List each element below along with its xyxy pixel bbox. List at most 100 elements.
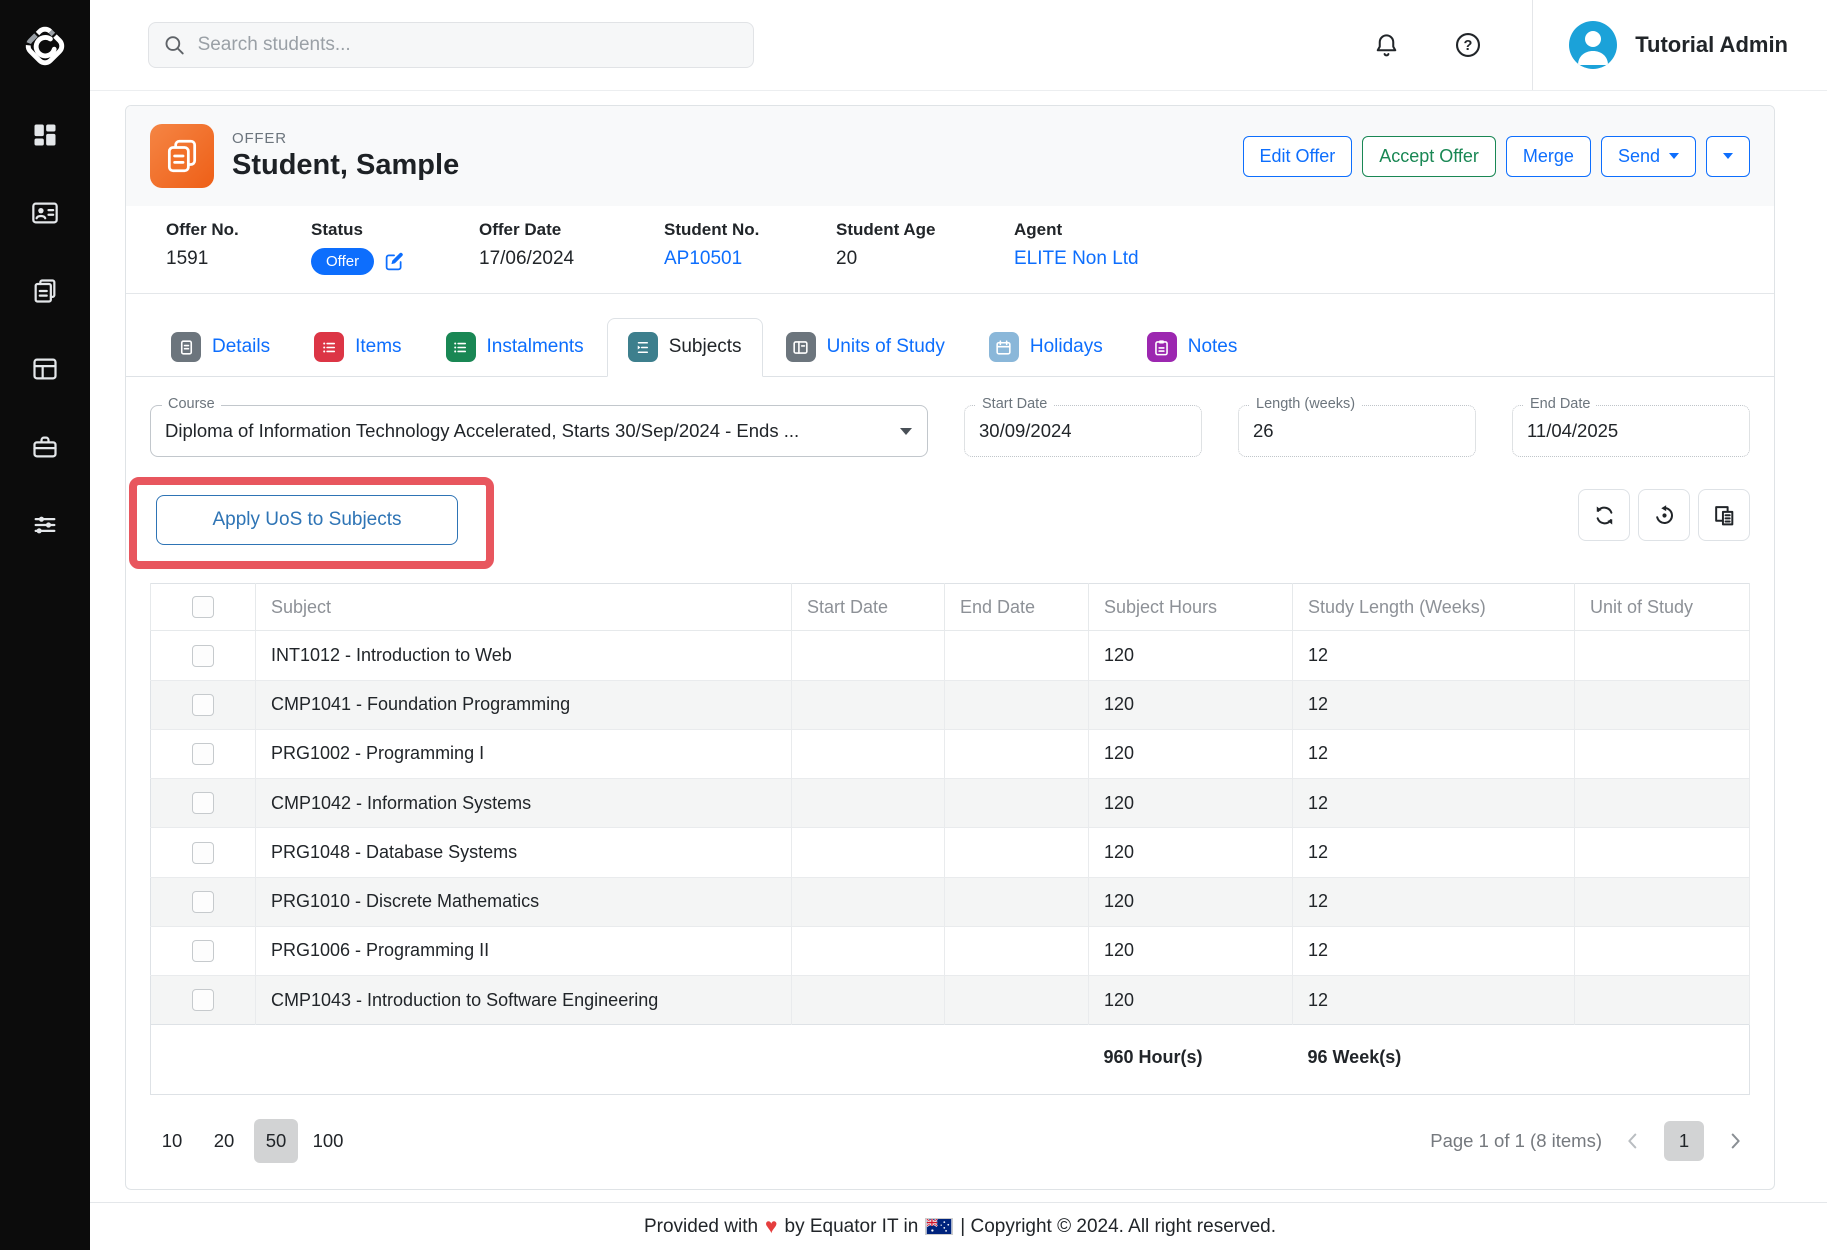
cell-weeks: 12: [1293, 976, 1575, 1025]
footer-text: Provided with: [644, 1216, 758, 1238]
sidebar-item-contacts[interactable]: [29, 197, 61, 229]
cell-subject: PRG1048 - Database Systems: [256, 828, 792, 877]
notifications-button[interactable]: [1365, 24, 1408, 67]
sidebar-item-courses[interactable]: [29, 353, 61, 385]
field-label: Student Age: [836, 220, 1014, 240]
contact-card-icon: [31, 199, 59, 227]
chevron-down-icon: [900, 428, 912, 435]
edit-status-icon[interactable]: [384, 251, 405, 272]
prev-page-button[interactable]: [1618, 1126, 1648, 1156]
search-input[interactable]: [198, 34, 739, 56]
chevron-down-icon: [1669, 153, 1679, 159]
field-student-no: Student No. AP10501: [664, 220, 836, 275]
select-all-checkbox[interactable]: [192, 596, 214, 618]
edit-offer-button[interactable]: Edit Offer: [1243, 136, 1353, 177]
tab-instalments[interactable]: Instalments: [425, 318, 605, 377]
table-row: CMP1041 - Foundation Programming 120 12: [151, 680, 1750, 729]
page-number-button[interactable]: 1: [1664, 1121, 1704, 1161]
tab-label: Details: [212, 336, 270, 358]
tab-notes[interactable]: Notes: [1126, 318, 1259, 377]
more-actions-button[interactable]: [1706, 136, 1750, 177]
cell-start-date: [792, 680, 945, 729]
offer-heading: OFFER Student, Sample: [232, 130, 459, 182]
offer-type-badge: [150, 124, 214, 188]
app-logo[interactable]: [19, 0, 71, 91]
tabbar: Details Items Instalments: [126, 294, 1774, 377]
row-checkbox[interactable]: [192, 891, 214, 913]
pager: Page 1 of 1 (8 items) 1: [1430, 1121, 1750, 1161]
refresh-button[interactable]: [1578, 489, 1630, 541]
logo-icon: [19, 20, 71, 72]
copy-button[interactable]: [1698, 489, 1750, 541]
cell-hours: 120: [1089, 877, 1293, 926]
course-select[interactable]: Course Diploma of Information Technology…: [150, 405, 928, 457]
tab-holidays[interactable]: Holidays: [968, 318, 1124, 377]
next-page-button[interactable]: [1720, 1126, 1750, 1156]
field-label: Agent: [1014, 220, 1139, 240]
row-checkbox[interactable]: [192, 842, 214, 864]
col-subject-hours: Subject Hours: [1089, 584, 1293, 631]
sidebar-item-dashboard[interactable]: [29, 119, 61, 151]
page-size-selector: 10 20 50 100: [150, 1119, 350, 1163]
help-button[interactable]: ?: [1446, 23, 1490, 67]
instalments-list-icon: [446, 332, 476, 362]
course-value: Diploma of Information Technology Accele…: [165, 420, 799, 442]
tab-units-of-study[interactable]: Units of Study: [765, 318, 966, 377]
filters-row: Course Diploma of Information Technology…: [150, 405, 1750, 457]
cell-start-date: [792, 828, 945, 877]
chevron-down-icon: [1723, 153, 1733, 159]
cell-unit: [1575, 779, 1750, 828]
sidebar-item-offers[interactable]: [29, 275, 61, 307]
cell-end-date: [945, 729, 1089, 778]
page-size-20[interactable]: 20: [202, 1119, 246, 1163]
row-checkbox[interactable]: [192, 645, 214, 667]
row-checkbox[interactable]: [192, 989, 214, 1011]
topbar: ? Tutorial Admin: [90, 0, 1827, 91]
field-label: Student No.: [664, 220, 836, 240]
row-checkbox[interactable]: [192, 940, 214, 962]
table-row: PRG1010 - Discrete Mathematics 120 12: [151, 877, 1750, 926]
cell-weeks: 12: [1293, 926, 1575, 975]
status-badge: Offer: [311, 248, 374, 275]
offer-card: OFFER Student, Sample Edit Offer Accept …: [125, 105, 1775, 1190]
tab-subjects[interactable]: Subjects: [607, 318, 763, 377]
history-button[interactable]: [1638, 489, 1690, 541]
accept-offer-button[interactable]: Accept Offer: [1362, 136, 1496, 177]
row-checkbox[interactable]: [192, 694, 214, 716]
cell-unit: [1575, 976, 1750, 1025]
main-area: ? Tutorial Admin: [90, 0, 1827, 1250]
sidebar-item-settings[interactable]: [29, 509, 61, 541]
sidebar-item-business[interactable]: [29, 431, 61, 463]
col-end-date: End Date: [945, 584, 1089, 631]
tab-details[interactable]: Details: [150, 318, 291, 377]
student-no-link[interactable]: AP10501: [664, 248, 836, 270]
cell-subject: CMP1041 - Foundation Programming: [256, 680, 792, 729]
row-checkbox[interactable]: [192, 792, 214, 814]
items-list-icon: [314, 332, 344, 362]
dashboard-icon: [31, 121, 59, 149]
table-row: CMP1043 - Introduction to Software Engin…: [151, 976, 1750, 1025]
cell-unit: [1575, 680, 1750, 729]
page-size-100[interactable]: 100: [306, 1119, 350, 1163]
table-row: INT1012 - Introduction to Web 120 12: [151, 631, 1750, 680]
row-checkbox[interactable]: [192, 743, 214, 765]
offer-header: OFFER Student, Sample Edit Offer Accept …: [126, 106, 1774, 206]
cell-weeks: 12: [1293, 680, 1575, 729]
apply-uos-to-subjects-button[interactable]: Apply UoS to Subjects: [156, 495, 458, 545]
cell-end-date: [945, 779, 1089, 828]
send-button[interactable]: Send: [1601, 136, 1696, 177]
field-status: Status Offer: [311, 220, 479, 275]
tab-items[interactable]: Items: [293, 318, 422, 377]
user-menu[interactable]: Tutorial Admin: [1532, 0, 1827, 90]
footer-text: by Equator IT in: [785, 1216, 919, 1238]
merge-button[interactable]: Merge: [1506, 136, 1591, 177]
field-value: 17/06/2024: [479, 248, 664, 270]
agent-link[interactable]: ELITE Non Ltd: [1014, 248, 1139, 270]
page-size-10[interactable]: 10: [150, 1119, 194, 1163]
col-study-length: Study Length (Weeks): [1293, 584, 1575, 631]
page-size-50[interactable]: 50: [254, 1119, 298, 1163]
field-label: Status: [311, 220, 479, 240]
field-label: Offer No.: [166, 220, 311, 240]
table-row: CMP1042 - Information Systems 120 12: [151, 779, 1750, 828]
select-all-header[interactable]: [151, 584, 256, 631]
